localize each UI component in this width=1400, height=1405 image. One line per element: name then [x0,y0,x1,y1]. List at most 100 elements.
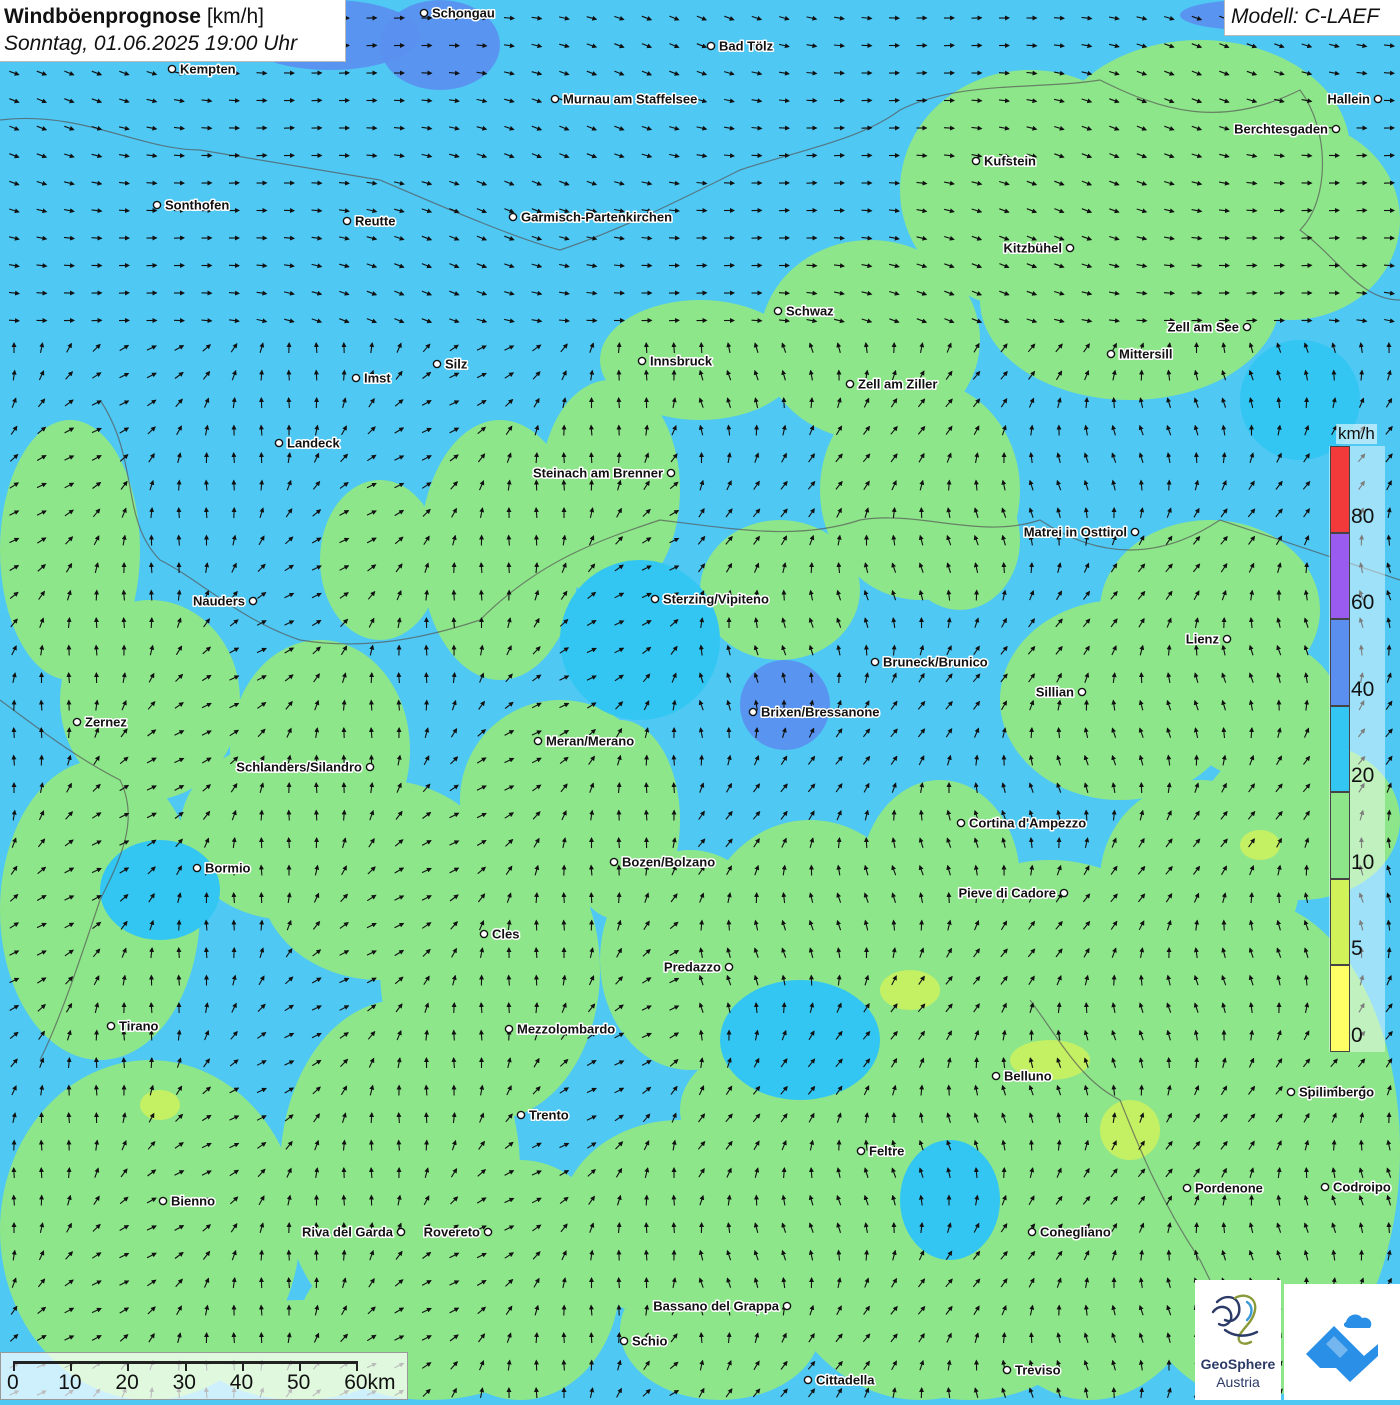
city-dot [1131,528,1138,535]
wind-arrow [179,921,180,931]
city-dot [153,201,160,208]
wind-arrow [564,453,565,463]
scale-label: 30 [173,1371,196,1395]
city-marker: Cittadella [804,1373,875,1388]
scale-tick [299,1361,301,1371]
gust-patch-20-40 [100,840,220,940]
gust-patch-10-20 [700,520,860,660]
wind-gust-map: SchongauBad TölzKemptenMurnau am Staffel… [0,0,1400,1400]
city-label: Cortina d'Ampezzo [969,816,1086,831]
city-label: Kitzbühel [1004,241,1063,256]
wind-arrow [1247,210,1257,211]
gust-patch-20-40 [720,980,880,1100]
map-title: Windböenprognose [4,5,201,28]
city-dot [783,1302,790,1309]
city-dot [517,1111,524,1118]
wind-arrow [999,73,1009,74]
wind-arrow [701,756,702,766]
city-marker: Matrei in Osttirol [1024,525,1139,540]
wind-arrow [646,756,647,766]
wind-arrow [371,1141,372,1151]
legend-label: 0 [1351,1024,1363,1048]
city-dot [397,1228,404,1235]
wind-arrow [949,893,950,903]
city-dot [480,930,487,937]
map-title-unit: [km/h] [207,5,264,28]
city-label: Riva del Garda [302,1225,394,1240]
city-label: Bassano del Grappa [653,1299,779,1314]
wind-arrow [944,128,954,129]
scale-label: 40 [230,1371,253,1395]
wind-arrow [591,1333,592,1343]
city-dot [957,819,964,826]
city-label: Sonthofen [165,198,229,213]
city-dot [620,1337,627,1344]
city-dot [1332,125,1339,132]
city-label: Schio [632,1334,667,1349]
wind-arrow [151,1058,152,1068]
wind-arrow [779,293,789,294]
city-dot [433,360,440,367]
city-dot [249,597,256,604]
city-label: Feltre [869,1144,904,1159]
city-label: Tirano [119,1019,159,1034]
scale-tick [13,1361,15,1371]
wind-arrow [316,811,317,821]
wind-arrow [234,481,235,491]
wind-arrow [1169,1251,1170,1261]
city-label: Murnau am Staffelsee [563,92,697,107]
city-marker: Spilimbergo [1287,1085,1374,1100]
city-label: Matrei in Osttirol [1024,525,1127,540]
scale-label: 20 [115,1371,138,1395]
wind-arrow [454,563,455,573]
wind-arrow [289,1251,290,1261]
scale-tick [356,1361,358,1371]
city-label: Cles [492,927,519,942]
legend-swatch [1330,965,1350,1052]
gust-patch-5-10 [1240,830,1280,860]
wind-arrow [174,155,184,156]
gust-patch-20-40 [900,1140,1000,1260]
wind-arrow [151,591,152,601]
gust-patch-5-10 [880,970,940,1010]
wind-arrow [9,320,19,321]
city-dot [1028,1228,1035,1235]
wind-arrow [1169,481,1170,491]
city-marker: Zell am See [1167,320,1250,335]
wind-arrow [1389,646,1390,656]
city-label: Bormio [205,861,251,876]
legend-swatch [1330,619,1350,706]
wind-arrow [949,1086,950,1096]
city-dot [505,1025,512,1032]
legend-label: 60 [1351,591,1374,615]
wind-arrow [96,1031,97,1041]
city-label: Zell am See [1167,320,1239,335]
city-dot [275,439,282,446]
wind-arrow [316,371,317,381]
city-label: Meran/Merano [546,734,634,749]
legend-swatch [1330,879,1350,966]
gust-patch-5-10 [1100,1100,1160,1160]
city-marker: Pordenone [1183,1181,1263,1196]
wind-arrow [64,265,74,266]
city-marker: Sonthofen [153,198,229,213]
wind-arrow [1114,1388,1115,1398]
city-label: Hallein [1327,92,1370,107]
city-dot [551,95,558,102]
wind-arrow [646,1223,647,1233]
city-marker: Steinach am Brenner [533,466,675,481]
forecast-datetime: Sonntag, 01.06.2025 19:00 Uhr [4,30,341,57]
wind-arrow [151,618,152,628]
city-label: Bad Tölz [719,39,774,54]
wind-arrow [1031,1333,1032,1343]
city-marker: Garmisch-Partenkirchen [509,210,672,225]
city-label: Spilimbergo [1299,1085,1374,1100]
city-dot [1374,95,1381,102]
wind-arrow [509,563,510,573]
city-dot [651,595,658,602]
wind-arrow [147,183,157,184]
city-label: Mittersill [1119,347,1172,362]
city-dot [972,157,979,164]
city-dot [871,658,878,665]
wind-arrow [807,265,817,266]
